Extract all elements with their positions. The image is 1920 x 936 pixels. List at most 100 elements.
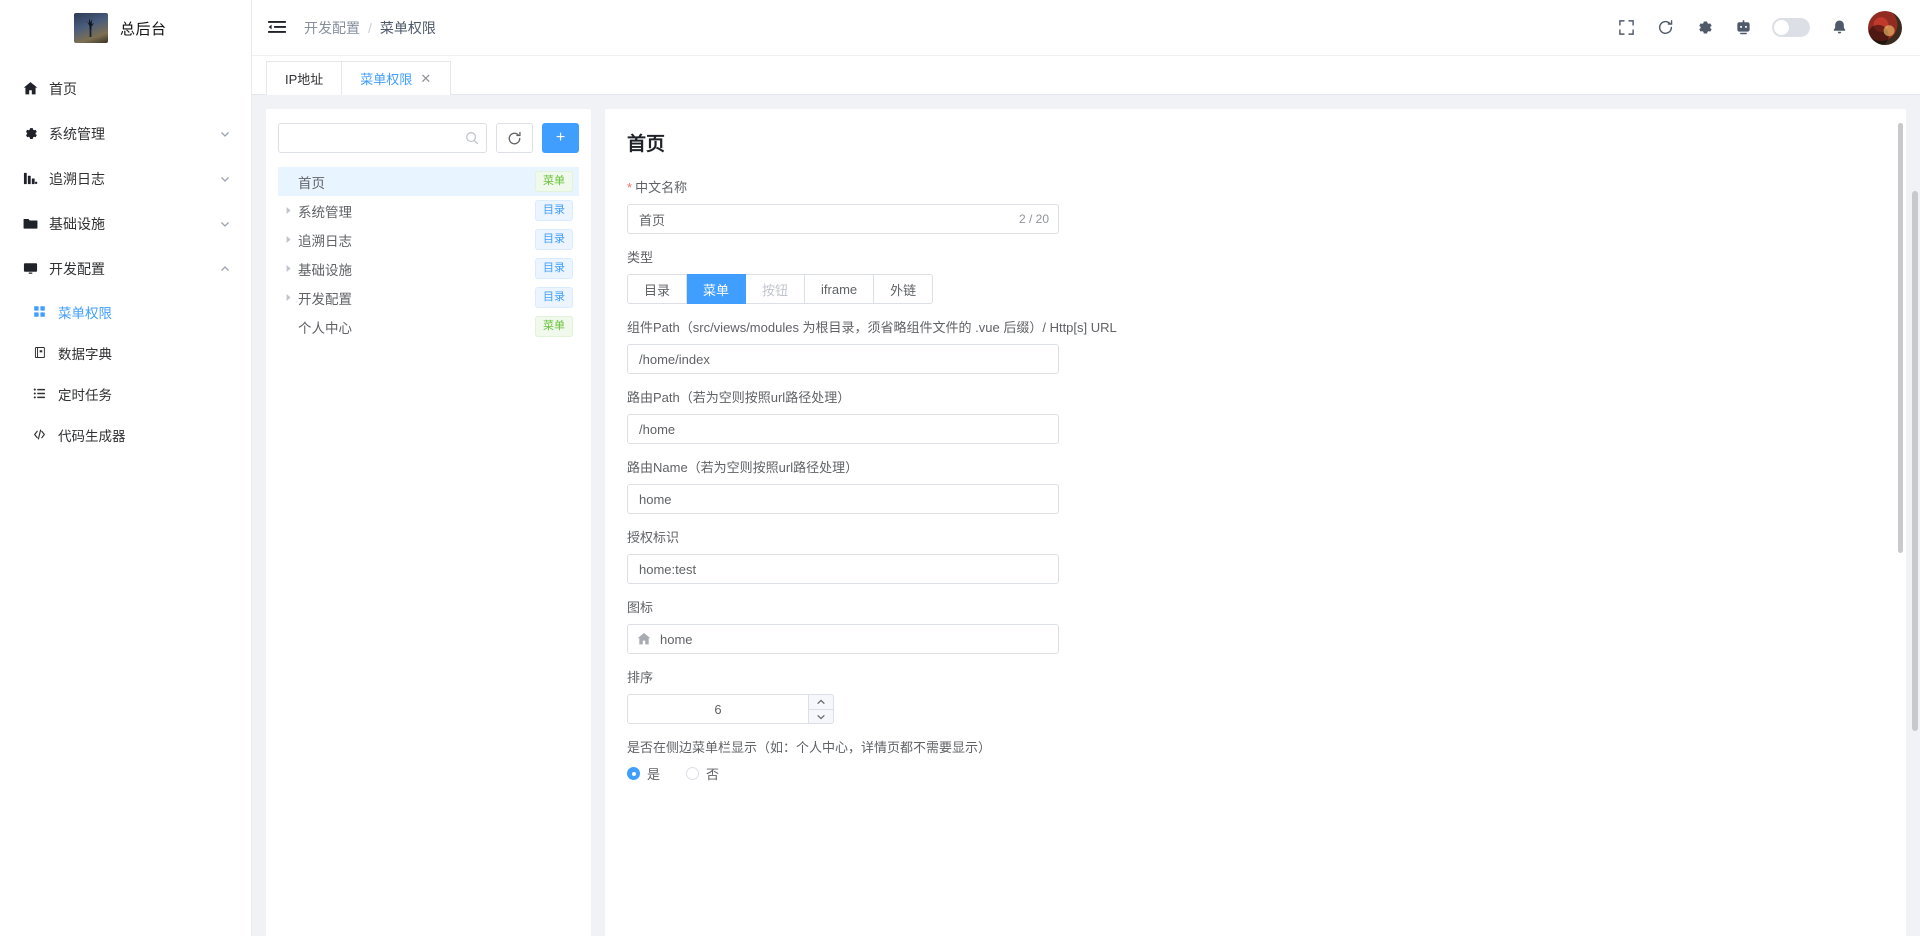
- topbar-tools: [1616, 10, 1902, 45]
- field-label: * 中文名称: [627, 178, 1247, 197]
- caret-up-icon[interactable]: [808, 694, 834, 709]
- radio-label: 否: [706, 767, 720, 782]
- field-label: 路由Name（若为空则按照url路径处理）: [627, 460, 859, 475]
- home-icon: [20, 81, 40, 96]
- route-name-wrapper: [627, 484, 1059, 514]
- list-icon: [29, 387, 49, 400]
- tab-label: IP地址: [285, 72, 324, 87]
- tree-node[interactable]: 首页 菜单: [278, 167, 579, 196]
- caret-down-icon[interactable]: [808, 709, 834, 724]
- route-name-input[interactable]: [627, 484, 1059, 514]
- theme-toggle[interactable]: [1772, 18, 1810, 37]
- field-component-path: 组件Path（src/views/modules 为根目录，须省略组件文件的 .…: [627, 318, 1884, 374]
- content-area: + 首页 菜单 系统管理 目录 追溯日志 目录 基础设施 目录 开发配置 目录 …: [252, 95, 1920, 936]
- chevron-right-icon[interactable]: [278, 206, 298, 215]
- sidebar-item-label: 开发配置: [49, 260, 105, 277]
- tree-node-tag: 菜单: [535, 316, 573, 337]
- radio-no[interactable]: 否: [686, 764, 719, 783]
- icon-input-wrapper: [627, 624, 1059, 654]
- chevron-right-icon[interactable]: [278, 293, 298, 302]
- sidebar-subitem-label: 定时任务: [58, 387, 112, 403]
- bell-icon[interactable]: [1829, 18, 1849, 38]
- log-icon: [20, 171, 40, 186]
- sidebar-item-infrastructure[interactable]: 基础设施: [0, 201, 251, 246]
- tree-node-tag: 目录: [535, 229, 573, 250]
- field-name: *中文名称 2 / 20: [627, 178, 1884, 234]
- sidebar-item-home[interactable]: 首页: [0, 66, 251, 111]
- chevron-down-icon: [219, 128, 231, 140]
- sidebar-item-code-generator[interactable]: 代码生成器: [0, 414, 251, 455]
- refresh-icon[interactable]: [1655, 18, 1675, 38]
- breadcrumb-item-0[interactable]: 开发配置: [304, 18, 360, 38]
- sidebar-item-menu-permission[interactable]: 菜单权限: [0, 291, 251, 332]
- refresh-button[interactable]: [496, 123, 533, 153]
- close-icon[interactable]: ✕: [419, 72, 432, 85]
- field-icon: 图标: [627, 598, 1884, 654]
- radio-label: 是: [647, 767, 661, 782]
- auth-key-input[interactable]: [627, 554, 1059, 584]
- icon-input[interactable]: [627, 624, 1059, 654]
- tab-menu-permission[interactable]: 菜单权限 ✕: [341, 61, 452, 95]
- tree-node-tag: 目录: [535, 287, 573, 308]
- monitor-icon: [20, 261, 40, 276]
- tree-node[interactable]: 系统管理 目录: [278, 196, 579, 225]
- field-label: 是否在侧边菜单栏显示（如：个人中心，详情页都不需要显示）: [627, 740, 992, 755]
- field-type: 类型 目录 菜单 按钮 iframe 外链: [627, 248, 1884, 304]
- brand[interactable]: 总后台: [0, 0, 251, 56]
- tree-node[interactable]: 追溯日志 目录: [278, 225, 579, 254]
- field-label: 路由Path（若为空则按照url路径处理）: [627, 390, 851, 405]
- sidebar-item-system[interactable]: 系统管理: [0, 111, 251, 156]
- radio-yes[interactable]: 是: [627, 764, 660, 783]
- tree-node-tag: 目录: [535, 258, 573, 279]
- sidebar-item-dev-config[interactable]: 开发配置: [0, 246, 251, 291]
- form-scrollbar[interactable]: [1898, 123, 1903, 553]
- tree-node-label: 基础设施: [298, 262, 352, 278]
- sidebar-item-trace-log[interactable]: 追溯日志: [0, 156, 251, 201]
- field-label-text: 中文名称: [635, 180, 688, 195]
- field-auth-key: 授权标识: [627, 528, 1884, 584]
- chevron-right-icon[interactable]: [278, 235, 298, 244]
- type-option-iframe[interactable]: iframe: [805, 274, 875, 304]
- app-logo-icon: [74, 13, 108, 43]
- tabs-bar: IP地址 菜单权限 ✕: [252, 56, 1920, 95]
- gear-icon[interactable]: [1694, 18, 1714, 38]
- sidebar-item-data-dictionary[interactable]: 数据字典: [0, 332, 251, 373]
- component-path-input[interactable]: [627, 344, 1059, 374]
- sidebar-item-label: 基础设施: [49, 215, 105, 232]
- chevron-right-icon[interactable]: [278, 264, 298, 273]
- menu-fold-icon[interactable]: [266, 17, 288, 39]
- tree-node[interactable]: 基础设施 目录: [278, 254, 579, 283]
- type-option-button: 按钮: [746, 274, 806, 304]
- field-sidebar-visible: 是否在侧边菜单栏显示（如：个人中心，详情页都不需要显示） 是 否: [627, 738, 1884, 783]
- name-input[interactable]: [627, 204, 1059, 234]
- tree-node[interactable]: 个人中心 菜单: [278, 312, 579, 341]
- type-option-menu[interactable]: 菜单: [687, 274, 747, 304]
- field-sort: 排序: [627, 668, 1884, 724]
- field-route-name: 路由Name（若为空则按照url路径处理）: [627, 458, 1884, 514]
- search-input[interactable]: [278, 123, 487, 153]
- radio-dot: [686, 767, 700, 780]
- route-path-wrapper: [627, 414, 1059, 444]
- route-path-input[interactable]: [627, 414, 1059, 444]
- robot-icon[interactable]: [1733, 18, 1753, 38]
- main-area: 开发配置 / 菜单权限 IP地址 菜单权限 ✕ + 首页 菜单 系统管理 目录 …: [252, 0, 1920, 936]
- tree-node[interactable]: 开发配置 目录: [278, 283, 579, 312]
- sidebar-subitem-label: 数据字典: [58, 346, 112, 362]
- auth-key-wrapper: [627, 554, 1059, 584]
- type-option-directory[interactable]: 目录: [627, 274, 688, 304]
- breadcrumb-separator: /: [368, 19, 372, 36]
- sidebar-item-label: 系统管理: [49, 125, 105, 142]
- field-label: 授权标识: [627, 530, 680, 545]
- sort-stepper-buttons: [808, 694, 834, 724]
- user-avatar[interactable]: [1868, 10, 1902, 45]
- page-scrollbar[interactable]: [1912, 191, 1918, 731]
- sidebar-item-scheduled-task[interactable]: 定时任务: [0, 373, 251, 414]
- fullscreen-icon[interactable]: [1616, 18, 1636, 38]
- add-menu-button[interactable]: +: [542, 123, 579, 153]
- field-label: 类型: [627, 250, 654, 265]
- type-option-external-link[interactable]: 外链: [874, 274, 934, 304]
- tab-ip-address[interactable]: IP地址: [266, 61, 343, 95]
- sidebar-visible-radio-group: 是 否: [627, 764, 1884, 783]
- sidebar-subitem-label: 代码生成器: [58, 428, 126, 444]
- sort-input[interactable]: [627, 694, 808, 724]
